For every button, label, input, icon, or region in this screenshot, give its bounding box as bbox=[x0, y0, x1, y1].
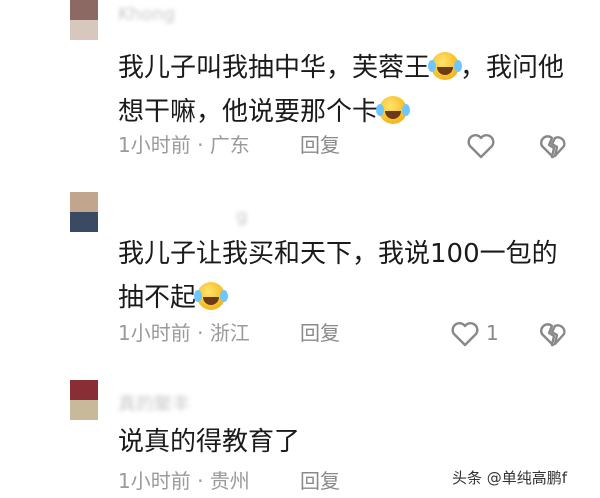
heart-icon[interactable] bbox=[450, 319, 480, 349]
reply-button[interactable]: 回复 bbox=[300, 318, 340, 348]
comment-text-part: 说真的得教育了 bbox=[118, 427, 301, 457]
laughing-tears-emoji-icon bbox=[428, 52, 460, 80]
comment-meta: 1小时前 · 广东 bbox=[118, 130, 250, 160]
username[interactable]: Khong bbox=[118, 4, 175, 26]
reply-button[interactable]: 回复 bbox=[300, 130, 340, 160]
username[interactable]: 真的聚丰 bbox=[118, 394, 190, 416]
comment-meta: 1小时前 · 贵州 bbox=[118, 466, 250, 496]
laughing-tears-emoji-icon bbox=[194, 282, 226, 310]
avatar[interactable] bbox=[70, 192, 98, 232]
location: 广东 bbox=[209, 133, 250, 157]
timestamp: 1小时前 bbox=[118, 469, 191, 493]
comment-text: 说真的得教育了 bbox=[118, 420, 568, 464]
comment-text-part: 我儿子叫我抽中华，芙蓉王 bbox=[118, 53, 431, 83]
separator: · bbox=[197, 133, 204, 157]
broken-heart-icon[interactable] bbox=[538, 131, 568, 161]
avatar[interactable] bbox=[70, 0, 98, 40]
broken-heart-icon[interactable] bbox=[538, 319, 568, 349]
separator: · bbox=[197, 469, 204, 493]
timestamp: 1小时前 bbox=[118, 133, 191, 157]
heart-icon[interactable] bbox=[466, 131, 496, 161]
comment-text: 我儿子叫我抽中华，芙蓉王 ，我问他想干嘛，他说要那个卡 bbox=[118, 46, 568, 134]
laughing-tears-emoji-icon bbox=[376, 96, 408, 124]
username[interactable]: g bbox=[236, 206, 247, 228]
reply-button[interactable]: 回复 bbox=[300, 466, 340, 496]
comment-text-part: 我儿子让我买和天下，我说100一包的抽不起 bbox=[118, 239, 558, 313]
location: 浙江 bbox=[209, 321, 250, 345]
comment-text: 我儿子让我买和天下，我说100一包的抽不起 bbox=[118, 232, 568, 320]
separator: · bbox=[197, 321, 204, 345]
watermark: 头条 @单纯高鹏f bbox=[452, 469, 568, 487]
timestamp: 1小时前 bbox=[118, 321, 191, 345]
comment-meta: 1小时前 · 浙江 bbox=[118, 318, 250, 348]
avatar[interactable] bbox=[70, 380, 98, 420]
like-count: 1 bbox=[486, 321, 499, 345]
location: 贵州 bbox=[209, 469, 250, 493]
